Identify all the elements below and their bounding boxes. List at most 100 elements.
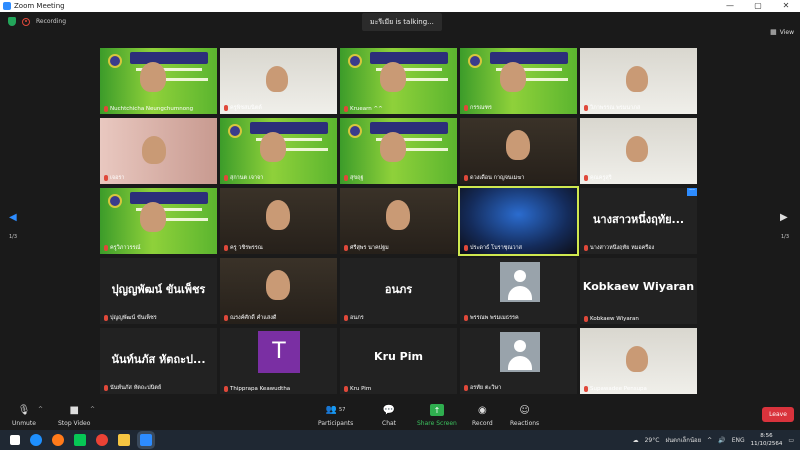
weather-text: ฝนตกเล็กน้อย [665,437,702,444]
muted-mic-icon [584,245,588,251]
file-explorer-icon[interactable] [118,434,130,446]
next-page-arrow-icon[interactable]: ▶ [780,212,788,223]
weather-cloud-icon: ☁ [632,436,639,444]
zoom-taskbar-icon[interactable] [140,434,152,446]
record-button[interactable]: ◉ Record [472,404,493,428]
more-options-icon[interactable]: ··· [687,188,697,196]
participant-name-label: Nuchtchicha Neungchumnong [104,106,193,112]
clock-time: 8:56 [760,433,773,439]
participants-count: 57 [339,407,346,413]
muted-mic-icon [224,105,228,111]
participant-name-label: พรรณพ พรมเมธรรค [464,314,519,322]
participant-tile[interactable]: ปุญญพัฒน์ ขันเพ็ชร ปุญญพัฒน์ ขันเพ็ชร [100,258,217,324]
line-app-icon[interactable] [74,434,86,446]
participant-tile[interactable]: ครู วชิรพรรณ [220,188,337,254]
participant-tile[interactable]: พรรณพ พรมเมธรรค [460,258,577,324]
participant-name: นันท์นภัส หัตถะปนิตย์ [110,385,162,391]
chat-button[interactable]: 💬 Chat [382,404,396,428]
grid-view-icon: ▦ [770,28,777,36]
recording-icon [22,17,30,26]
slide-header-banner [130,192,208,204]
muted-mic-icon [584,175,588,181]
muted-mic-icon [584,386,588,392]
muted-mic-icon [344,175,348,181]
recording-label: Recording [36,18,67,25]
participant-tile[interactable]: Kruearn ^^ [340,48,457,114]
reactions-label: Reactions [510,420,540,427]
participant-tile[interactable]: T Thipprapa Keawudtha [220,328,337,394]
security-shield-icon[interactable] [8,17,16,26]
participant-tile[interactable]: ครูพิชสมนิตต์ [220,48,337,114]
prev-page-arrow-icon[interactable]: ◀ [9,212,17,223]
participant-tile[interactable]: Nuchtchicha Neungchumnong [100,48,217,114]
muted-mic-icon [104,245,108,251]
participant-name: อรทัย ตะวิษา [470,385,502,391]
participant-tile[interactable]: Kobkaew Wiyaran Kobkaew Wiyaran [580,258,697,324]
participant-name-label: ครู วชิรพรรณ [224,244,263,252]
participant-display-name: ปุญญพัฒน์ ขันเพ็ชร [111,283,206,296]
muted-mic-icon [464,175,468,181]
speaker-icon[interactable]: 🔊 [718,437,725,444]
firefox-browser-icon[interactable] [52,434,64,446]
participant-face [266,200,290,230]
muted-mic-icon [224,315,228,321]
audio-options-caret-icon[interactable]: ^ [38,406,43,413]
participant-tile[interactable]: นันท์นภัส หัตถะป... นันท์นภัส หัตถะปนิตย์ [100,328,217,394]
participant-tile[interactable]: สุขฤฐ [340,118,457,184]
minimize-button[interactable]: — [716,0,744,12]
participant-tile[interactable]: Kru Pim Kru Pim [340,328,457,394]
participant-tile[interactable]: ศรีสุพร นาคปฐม [340,188,457,254]
participant-name-label: คุณครูสุริ [584,174,612,182]
participant-name-label: ณรงค์ศักดิ์ คำแสงดี [224,314,277,322]
windows-start-icon[interactable] [10,435,20,445]
participant-tile[interactable]: อนภร อนภร [340,258,457,324]
video-camera-icon: ■ [69,404,79,416]
participant-tile[interactable]: ครูวิภาวรรณ์ [100,188,217,254]
close-button[interactable]: ✕ [772,0,800,12]
share-screen-arrow-icon: ↑ [429,404,444,416]
muted-mic-icon [464,245,468,251]
participant-name: นางสาวหนึ่งฤทัย หมอครือง [590,245,655,251]
participant-tile[interactable]: Supawadee Pensupa [580,328,697,394]
stop-video-button[interactable]: ■ Stop Video [58,404,91,428]
window-controls: — ▢ ✕ [716,0,800,12]
language-indicator[interactable]: ENG [732,437,745,444]
participant-tile[interactable]: นางสาวหนึ่งฤทัย... ··· นางสาวหนึ่งฤทัย หมอ… [580,188,697,254]
view-button[interactable]: ▦ View [770,28,794,36]
status-area: Recording [8,17,66,26]
reactions-smiley-icon: ☺ [519,404,530,416]
edge-browser-icon[interactable] [30,434,42,446]
participant-tile[interactable]: ณรงค์ศักดิ์ คำแสงดี [220,258,337,324]
muted-microphone-icon: 🎙 [17,404,31,416]
participant-tile[interactable]: เจอรา [100,118,217,184]
participant-tile[interactable]: คุณครูสุริ [580,118,697,184]
notification-icon[interactable]: ▭ [788,437,794,444]
participants-button[interactable]: 👥 57 Participants [318,404,353,427]
tray-chevron-icon[interactable]: ^ [707,437,712,444]
participant-face [140,202,166,232]
unmute-button[interactable]: 🎙 Unmute [12,404,36,428]
participant-name-label: ครูวิภาวรรณ์ [104,244,141,252]
chrome-browser-icon[interactable] [96,434,108,446]
video-options-caret-icon[interactable]: ^ [90,406,95,413]
participant-face [142,136,166,164]
share-screen-button[interactable]: ↑ Share Screen [417,404,457,427]
participant-name: Kobkaew Wiyaran [590,316,639,322]
muted-mic-icon [224,175,228,181]
taskbar-clock[interactable]: 8:56 11/10/2564 [751,432,783,448]
participant-tile[interactable]: ดวงเดือน กาญจนเมฆา [460,118,577,184]
stop-video-label: Stop Video [58,420,91,427]
leave-button[interactable]: Leave [762,407,794,422]
participant-name-label: กรรณฑร [464,104,492,112]
participant-tile[interactable]: กรรณฑร [460,48,577,114]
participant-face [380,132,406,162]
participant-display-name: Kobkaew Wiyaran [582,280,695,293]
participant-tile[interactable]: สุกานต เจาจา [220,118,337,184]
zoom-logo-icon [3,2,11,10]
clock-date: 11/10/2564 [750,441,783,447]
reactions-button[interactable]: ☺ Reactions [510,404,540,428]
participant-tile[interactable]: อรทัย ตะวิษา [460,328,577,394]
maximize-button[interactable]: ▢ [744,0,772,12]
participant-tile[interactable]: วิภาพรรณ พรมนาภส [580,48,697,114]
participant-tile[interactable]: ประดาธ์ โบราชุณวาส [458,186,579,256]
